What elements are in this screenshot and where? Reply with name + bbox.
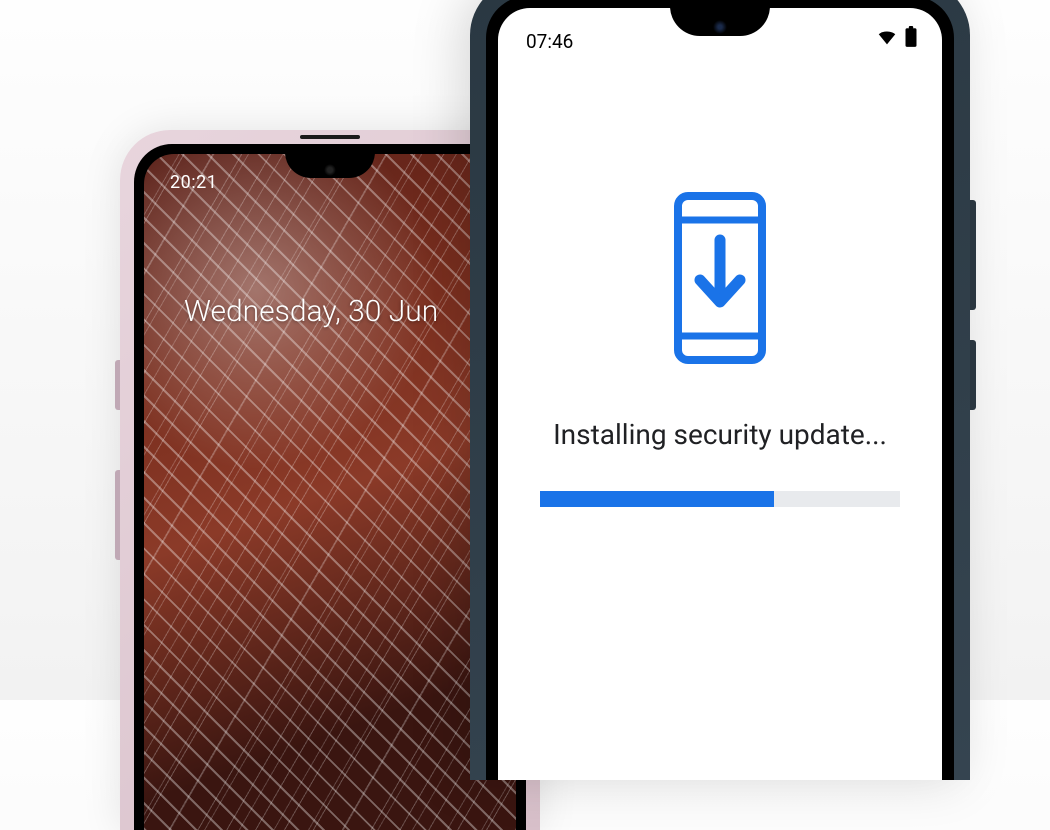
earpiece-speaker — [300, 135, 360, 139]
progress-fill — [540, 491, 774, 507]
volume-button — [970, 200, 976, 310]
screen-bezel: 20:21 Wednesday, 30 Jun — [134, 144, 526, 830]
battery-icon — [904, 26, 918, 52]
side-button — [115, 470, 120, 560]
volume-button — [115, 360, 120, 410]
display-notch — [285, 154, 375, 178]
lock-screen-date: Wednesday, 30 Jun — [184, 294, 516, 329]
download-phone-icon — [660, 188, 780, 368]
update-status-text: Installing security update... — [553, 418, 887, 451]
power-button — [970, 340, 976, 410]
status-bar-time: 20:21 — [170, 172, 217, 193]
status-bar-time: 07:46 — [526, 30, 573, 53]
screen-bezel: 07:46 I — [486, 0, 954, 780]
progress-bar — [540, 491, 900, 507]
lock-screen: 20:21 Wednesday, 30 Jun — [144, 154, 516, 830]
wifi-icon — [876, 26, 898, 52]
status-bar-icons — [876, 26, 918, 52]
phone-device-right: 07:46 I — [470, 0, 970, 780]
update-screen: 07:46 I — [498, 8, 942, 780]
update-panel: Installing security update... — [498, 188, 942, 507]
display-notch — [670, 8, 770, 36]
